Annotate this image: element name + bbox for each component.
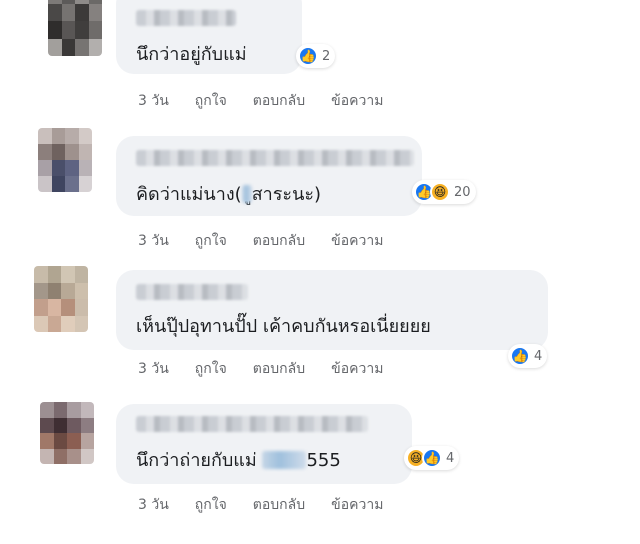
- redaction-blur: [262, 451, 307, 469]
- reply-button[interactable]: ตอบกลับ: [253, 90, 305, 112]
- author-name[interactable]: [136, 284, 248, 300]
- reaction-summary[interactable]: 👍 😆 20: [412, 180, 476, 204]
- thumbs-up-icon: 👍: [298, 46, 318, 66]
- avatar[interactable]: [34, 266, 88, 332]
- comment-text: นึกว่าอยู่กับแม่: [136, 44, 247, 65]
- author-name[interactable]: [136, 150, 414, 166]
- author-name[interactable]: [136, 10, 236, 26]
- avatar[interactable]: [40, 402, 94, 464]
- comment-bubble: [116, 270, 548, 350]
- reaction-count: 4: [446, 450, 455, 466]
- comment-text: คิดว่าแม่นาง(ูสาระนะ): [136, 184, 322, 205]
- thumbs-up-icon: 👍: [422, 448, 442, 468]
- reaction-count: 2: [322, 48, 331, 64]
- reaction-summary[interactable]: 😆 👍 4: [404, 446, 460, 470]
- comment-time[interactable]: 3 วัน: [138, 494, 169, 516]
- reaction-count: 20: [454, 184, 471, 200]
- thumbs-up-icon: 👍: [510, 346, 530, 366]
- like-button[interactable]: ถูกใจ: [195, 90, 227, 112]
- comment-time[interactable]: 3 วัน: [138, 358, 169, 380]
- comment-actions: 3 วัน ถูกใจ ตอบกลับ ข้อความ: [138, 90, 383, 112]
- laughing-face-icon: 😆: [430, 182, 450, 202]
- comment-actions: 3 วัน ถูกใจ ตอบกลับ ข้อความ: [138, 494, 383, 516]
- like-button[interactable]: ถูกใจ: [195, 230, 227, 252]
- comment-actions: 3 วัน ถูกใจ ตอบกลับ ข้อความ: [138, 358, 383, 380]
- avatar[interactable]: [48, 0, 102, 56]
- reaction-summary[interactable]: 👍 4: [508, 344, 548, 368]
- author-name[interactable]: [136, 416, 368, 432]
- comment-time[interactable]: 3 วัน: [138, 230, 169, 252]
- redaction-blur: [241, 185, 252, 203]
- reaction-count: 4: [534, 348, 543, 364]
- comment-actions: 3 วัน ถูกใจ ตอบกลับ ข้อความ: [138, 230, 383, 252]
- comment-text: เห็นปุ๊ปอุทานปั๊ป เค้าคบกันหรอเนี่ยยยย: [136, 316, 431, 337]
- like-button[interactable]: ถูกใจ: [195, 494, 227, 516]
- comment-time[interactable]: 3 วัน: [138, 90, 169, 112]
- like-button[interactable]: ถูกใจ: [195, 358, 227, 380]
- message-button[interactable]: ข้อความ: [331, 230, 383, 252]
- avatar[interactable]: [38, 128, 92, 192]
- message-button[interactable]: ข้อความ: [331, 494, 383, 516]
- reaction-summary[interactable]: 👍 2: [296, 44, 336, 68]
- reply-button[interactable]: ตอบกลับ: [253, 494, 305, 516]
- message-button[interactable]: ข้อความ: [331, 90, 383, 112]
- reply-button[interactable]: ตอบกลับ: [253, 358, 305, 380]
- comment-text: นึกว่าถ่ายกับแม่ 555: [136, 450, 341, 471]
- message-button[interactable]: ข้อความ: [331, 358, 383, 380]
- reply-button[interactable]: ตอบกลับ: [253, 230, 305, 252]
